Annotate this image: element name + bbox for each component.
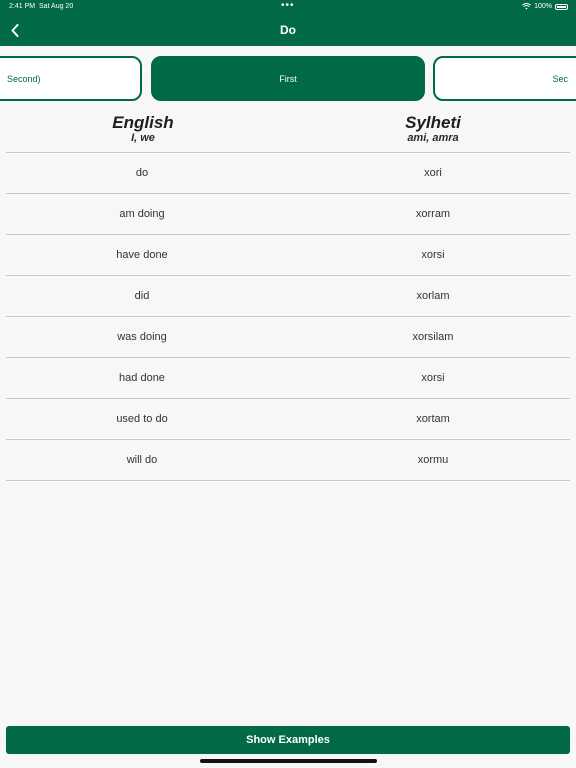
english-cell: have done — [116, 249, 168, 261]
conjugation-table: do xori am doing xorram have done xorsi … — [6, 152, 570, 481]
tab-second-next[interactable]: Sec — [433, 56, 576, 101]
table-row: had done xorsi — [6, 358, 570, 399]
table-row: was doing xorsilam — [6, 317, 570, 358]
english-cell: had done — [119, 372, 165, 384]
sylheti-cell: xorsilam — [412, 331, 454, 343]
table-row: did xorlam — [6, 276, 570, 317]
sylheti-cell: xorsi — [421, 372, 445, 384]
tab-label: Sec — [552, 73, 568, 84]
english-cell: am doing — [119, 208, 165, 220]
column-headers: English I, we Sylheti ami, amra — [0, 114, 576, 152]
table-row: will do xormu — [6, 440, 570, 481]
sylheti-cell: xortam — [416, 413, 450, 425]
sylheti-cell: xori — [424, 167, 442, 179]
tab-label: First — [279, 73, 297, 84]
english-header: English I, we — [6, 114, 280, 145]
english-cell: will do — [126, 454, 158, 466]
sylheti-cell: xorlam — [416, 290, 450, 302]
status-time: 2:41 PM Sat Aug 20 — [9, 3, 74, 10]
home-indicator[interactable] — [200, 759, 377, 763]
tab-second-previous[interactable]: Second) — [0, 56, 142, 101]
battery-icon — [555, 3, 568, 10]
tab-label: Second) — [7, 73, 41, 84]
sylheti-pronoun: ami, amra — [407, 132, 459, 144]
sylheti-cell: xorram — [415, 208, 451, 220]
english-cell: do — [135, 167, 149, 179]
wifi-icon — [522, 3, 532, 10]
table-row: used to do xortam — [6, 399, 570, 440]
english-pronoun: I, we — [131, 132, 155, 144]
table-row: am doing xorram — [6, 194, 570, 235]
person-tabs: Second) First Sec — [0, 56, 576, 102]
page-title: Do — [280, 23, 296, 37]
sylheti-header: Sylheti ami, amra — [296, 114, 570, 145]
english-cell: used to do — [116, 413, 168, 425]
sylheti-cell: xormu — [417, 454, 449, 466]
multitasking-dots[interactable]: ••• — [281, 0, 295, 12]
table-row: have done xorsi — [6, 235, 570, 276]
navigation-bar: 2:41 PM Sat Aug 20 ••• 100% Do — [0, 0, 576, 46]
english-cell: did — [134, 290, 150, 302]
tab-first[interactable]: First — [151, 56, 425, 101]
sylheti-cell: xorsi — [421, 249, 445, 261]
table-row: do xori — [6, 153, 570, 194]
english-title: English — [112, 113, 174, 132]
show-examples-button[interactable]: Show Examples — [6, 726, 570, 754]
english-cell: was doing — [117, 331, 167, 343]
sylheti-title: Sylheti — [405, 113, 461, 132]
battery-percent: 100% — [534, 3, 552, 10]
status-right: 100% — [522, 3, 568, 10]
